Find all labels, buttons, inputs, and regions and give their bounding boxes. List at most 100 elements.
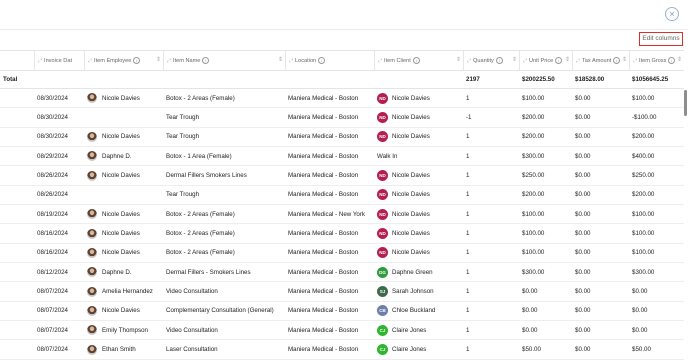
tax-amount-cell: $0.00 (572, 302, 629, 320)
quantity-cell: 1 (463, 302, 519, 320)
quantity-cell: 1 (463, 205, 519, 223)
table-row[interactable]: 08/30/2024 Nicole Davies Botox - 2 Areas (… (0, 89, 684, 109)
item-gross-cell-text: $300.00 (632, 268, 655, 276)
table-row[interactable]: 08/16/2024 Nicole Davies Botox - 2 Areas (… (0, 244, 684, 264)
column-header-4: ⤢ Location i (285, 51, 374, 70)
employee-cell-text: Nicole Davies (102, 172, 140, 180)
unit-price-cell-text: $50.00 (522, 346, 541, 354)
table-row[interactable]: 08/29/2024 Daphne D. Botox - 1 Area (Femal… (0, 147, 684, 167)
employee-cell-text: Daphne D. (102, 268, 132, 276)
invoice-date-cell-text: 08/26/2024 (37, 191, 68, 199)
drag-handle-icon[interactable]: ⤢ (289, 58, 293, 64)
invoice-date-cell: 08/19/2024 (34, 205, 84, 223)
info-icon[interactable]: i (613, 57, 621, 64)
table-row[interactable]: 08/07/2024 Nicole Davies Complementary Con… (0, 302, 684, 322)
column-header-9[interactable]: ⤢ Item Gross i ⇕ (629, 51, 684, 70)
tax-amount-cell-text: $0.00 (575, 268, 591, 276)
column-header-label: Item Employee (94, 57, 132, 64)
item-gross-cell: $50.00 (629, 340, 684, 358)
item-gross-cell-text: $0.00 (632, 326, 648, 334)
vertical-scrollbar[interactable] (684, 90, 687, 116)
info-icon[interactable]: i (412, 57, 420, 64)
table-row[interactable]: 08/30/2024 Nicole Davies Tear Trough Manier… (0, 128, 684, 148)
client-cell-text: Claire Jones (392, 346, 427, 354)
table-row[interactable]: 08/07/2024 Amelia Hernandez Video Consulta… (0, 282, 684, 302)
info-icon[interactable]: i (495, 57, 503, 64)
drag-handle-icon[interactable]: ⤢ (467, 58, 471, 64)
quantity-cell-text: 1 (466, 307, 470, 315)
drag-handle-icon[interactable]: ⤢ (38, 58, 42, 64)
client-cell-text: Nicole Davies (392, 230, 430, 238)
quantity-cell: 1 (463, 128, 519, 146)
total-tax-amount: $18528.00 (575, 76, 605, 83)
location-cell: Maniera Medical - Boston (285, 128, 374, 146)
unit-price-cell-text: $200.00 (522, 114, 545, 122)
divider (0, 29, 688, 30)
column-header-5[interactable]: ⤢ Item Client i ⇕ (374, 51, 463, 70)
sort-icon[interactable]: ⇕ (622, 57, 627, 63)
drag-handle-icon[interactable]: ⤢ (88, 58, 92, 64)
info-icon[interactable]: i (555, 57, 563, 64)
item-gross-cell-text: $0.00 (632, 288, 648, 296)
item-gross-cell: $200.00 (629, 128, 684, 146)
location-cell-text: Maniera Medical - Boston (288, 133, 359, 141)
quantity-cell: 1 (463, 89, 519, 107)
location-cell-text: Maniera Medical - Boston (288, 152, 359, 160)
employee-avatar (87, 131, 97, 142)
info-icon[interactable]: i (202, 57, 210, 64)
item-gross-cell-text: $400.00 (632, 152, 655, 160)
sort-icon[interactable]: ⇕ (677, 57, 682, 63)
info-icon[interactable]: i (668, 57, 676, 64)
quantity-cell-text: 1 (466, 94, 470, 102)
table-row[interactable]: 08/16/2024 Nicole Davies Botox - 2 Areas (… (0, 224, 684, 244)
table-row[interactable]: 08/07/2024 Ethan Smith Laser Consultation M… (0, 340, 684, 360)
column-header-8[interactable]: ⤢ Tax Amount i ⇕ (572, 51, 629, 70)
unit-price-cell: $300.00 (519, 147, 572, 165)
quantity-cell-text: 1 (466, 288, 470, 296)
invoice-date-cell-text: 08/07/2024 (37, 326, 68, 334)
employee-cell: Nicole Davies (84, 244, 163, 262)
column-header-7[interactable]: ⤢ Unit Price i ⇕ (519, 51, 572, 70)
table-row[interactable]: 08/30/2024 Tear Trough Maniera Medical - B… (0, 108, 684, 128)
location-cell-text: Maniera Medical - Boston (288, 307, 359, 315)
tax-amount-cell: $0.00 (572, 147, 629, 165)
drag-handle-icon[interactable]: ⤢ (523, 58, 527, 64)
column-header-2[interactable]: ⤢ Item Employee i ⇕ (84, 51, 163, 70)
column-header-6[interactable]: ⤢ Quantity i ⇕ (463, 51, 519, 70)
unit-price-cell: $300.00 (519, 263, 572, 281)
tax-amount-cell-text: $0.00 (575, 191, 591, 199)
tax-amount-cell-text: $0.00 (575, 249, 591, 257)
employee-avatar (87, 325, 97, 336)
item-gross-cell: $0.00 (629, 302, 684, 320)
sort-icon[interactable]: ⇕ (156, 57, 161, 63)
unit-price-cell-text: $100.00 (522, 210, 545, 218)
employee-cell-text: Ethan Smith (102, 346, 136, 354)
total-row: Total 2197 $200225.50 $18528.00 $1056645… (0, 71, 684, 89)
item-name-cell: Tear Trough (163, 186, 285, 204)
edit-columns-button[interactable]: Edit columns (639, 32, 683, 46)
info-icon[interactable]: i (318, 57, 326, 64)
unit-price-cell-text: $0.00 (522, 307, 538, 315)
sort-icon[interactable]: ⇕ (512, 57, 517, 63)
table-row[interactable]: 08/12/2024 Daphne D. Dermal Fillers - Smok… (0, 263, 684, 283)
drag-handle-icon[interactable]: ⤢ (167, 58, 171, 64)
sort-icon[interactable]: ⇕ (456, 57, 461, 63)
column-header-label: Unit Price (529, 57, 554, 64)
table-row[interactable]: 08/26/2024 Nicole Davies Dermal Fillers Sm… (0, 166, 684, 186)
drag-handle-icon[interactable]: ⤢ (633, 58, 637, 64)
table-row[interactable]: 08/26/2024 Tear Trough Maniera Medical - B… (0, 186, 684, 206)
table-row[interactable]: 08/19/2024 Nicole Davies Botox - 2 Areas (… (0, 205, 684, 225)
sort-icon[interactable]: ⇕ (278, 57, 283, 63)
invoice-date-cell: 08/07/2024 (34, 282, 84, 300)
unit-price-cell: $50.00 (519, 340, 572, 358)
sort-icon[interactable]: ⇕ (565, 57, 570, 63)
employee-cell-text: Emily Thompson (102, 326, 148, 334)
employee-cell: Amelia Hernandez (84, 282, 163, 300)
invoice-date-cell: 08/12/2024 (34, 263, 84, 281)
table-row[interactable]: 08/07/2024 Emily Thompson Video Consultati… (0, 321, 684, 341)
close-icon[interactable]: × (665, 7, 679, 21)
drag-handle-icon[interactable]: ⤢ (378, 58, 382, 64)
info-icon[interactable]: i (133, 57, 141, 64)
column-header-3[interactable]: ⤢ Item Name i ⇕ (163, 51, 285, 70)
drag-handle-icon[interactable]: ⤢ (576, 58, 580, 64)
